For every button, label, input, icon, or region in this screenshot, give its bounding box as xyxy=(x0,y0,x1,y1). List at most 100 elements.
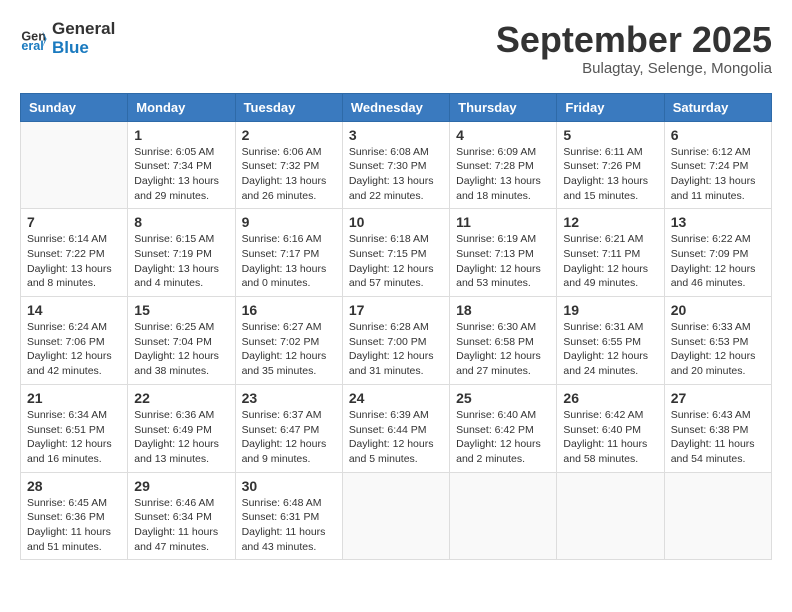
calendar-cell: 28Sunrise: 6:45 AM Sunset: 6:36 PM Dayli… xyxy=(21,472,128,560)
calendar-cell: 22 Sunrise: 6:36 AM Sunset: 6:49 PM Dayli… xyxy=(128,384,235,472)
calendar-cell xyxy=(21,121,128,209)
day-info: Sunrise: 6:22 AM Sunset: 7:09 PM Dayligh… xyxy=(671,232,765,291)
calendar-cell: 15 Sunrise: 6:25 AM Sunset: 7:04 PM Dayli… xyxy=(128,297,235,385)
day-info: Sunrise: 6:33 AM Sunset: 6:53 PM Dayligh… xyxy=(671,320,765,379)
calendar-cell: 21Sunrise: 6:34 AM Sunset: 6:51 PM Dayli… xyxy=(21,384,128,472)
day-info: Sunrise: 6:09 AM Sunset: 7:28 PM Dayligh… xyxy=(456,145,550,204)
calendar-week-5: 28Sunrise: 6:45 AM Sunset: 6:36 PM Dayli… xyxy=(21,472,772,560)
logo-line2: Blue xyxy=(52,39,115,58)
day-number: 22 xyxy=(134,390,228,406)
title-block: September 2025 Bulagtay, Selenge, Mongol… xyxy=(496,20,772,77)
calendar-cell: 24 Sunrise: 6:39 AM Sunset: 6:44 PM Dayli… xyxy=(342,384,449,472)
day-info: Sunrise: 6:15 AM Sunset: 7:19 PM Dayligh… xyxy=(134,232,228,291)
day-number: 23 xyxy=(242,390,336,406)
calendar-cell: 6Sunrise: 6:12 AM Sunset: 7:24 PM Daylig… xyxy=(664,121,771,209)
calendar-cell: 19Sunrise: 6:31 AM Sunset: 6:55 PM Dayli… xyxy=(557,297,664,385)
header-sunday: Sunday xyxy=(21,93,128,121)
calendar-cell: 11 Sunrise: 6:19 AM Sunset: 7:13 PM Dayli… xyxy=(450,209,557,297)
day-info: Sunrise: 6:08 AM Sunset: 7:30 PM Dayligh… xyxy=(349,145,443,204)
day-number: 17 xyxy=(349,302,443,318)
calendar-cell: 2 Sunrise: 6:06 AM Sunset: 7:32 PM Daylig… xyxy=(235,121,342,209)
header-tuesday: Tuesday xyxy=(235,93,342,121)
calendar-week-3: 14 Sunrise: 6:24 AM Sunset: 7:06 PM Dayli… xyxy=(21,297,772,385)
day-number: 16 xyxy=(242,302,336,318)
day-number: 11 xyxy=(456,214,550,230)
calendar-header-row: SundayMondayTuesdayWednesdayThursdayFrid… xyxy=(21,93,772,121)
calendar-cell: 3 Sunrise: 6:08 AM Sunset: 7:30 PM Daylig… xyxy=(342,121,449,209)
day-number: 20 xyxy=(671,302,765,318)
calendar-cell: 16 Sunrise: 6:27 AM Sunset: 7:02 PM Dayli… xyxy=(235,297,342,385)
day-info: Sunrise: 6:16 AM Sunset: 7:17 PM Dayligh… xyxy=(242,232,336,291)
day-info: Sunrise: 6:14 AM Sunset: 7:22 PM Dayligh… xyxy=(27,232,121,291)
logo-icon: Gen eral xyxy=(20,25,48,53)
day-number: 25 xyxy=(456,390,550,406)
day-info: Sunrise: 6:42 AM Sunset: 6:40 PM Dayligh… xyxy=(563,408,657,467)
calendar-week-1: 1 Sunrise: 6:05 AM Sunset: 7:34 PM Daylig… xyxy=(21,121,772,209)
calendar-cell: 25 Sunrise: 6:40 AM Sunset: 6:42 PM Dayli… xyxy=(450,384,557,472)
day-info: Sunrise: 6:27 AM Sunset: 7:02 PM Dayligh… xyxy=(242,320,336,379)
day-info: Sunrise: 6:21 AM Sunset: 7:11 PM Dayligh… xyxy=(563,232,657,291)
day-number: 1 xyxy=(134,127,228,143)
day-info: Sunrise: 6:18 AM Sunset: 7:15 PM Dayligh… xyxy=(349,232,443,291)
calendar-cell: 5Sunrise: 6:11 AM Sunset: 7:26 PM Daylig… xyxy=(557,121,664,209)
day-info: Sunrise: 6:30 AM Sunset: 6:58 PM Dayligh… xyxy=(456,320,550,379)
calendar-cell: 10 Sunrise: 6:18 AM Sunset: 7:15 PM Dayli… xyxy=(342,209,449,297)
day-number: 8 xyxy=(134,214,228,230)
calendar-cell xyxy=(450,472,557,560)
calendar-cell: 27 Sunrise: 6:43 AM Sunset: 6:38 PM Dayli… xyxy=(664,384,771,472)
calendar-cell: 26 Sunrise: 6:42 AM Sunset: 6:40 PM Dayli… xyxy=(557,384,664,472)
day-number: 26 xyxy=(563,390,657,406)
header-wednesday: Wednesday xyxy=(342,93,449,121)
calendar-cell: 30Sunrise: 6:48 AM Sunset: 6:31 PM Dayli… xyxy=(235,472,342,560)
calendar-cell: 13 Sunrise: 6:22 AM Sunset: 7:09 PM Dayli… xyxy=(664,209,771,297)
day-info: Sunrise: 6:11 AM Sunset: 7:26 PM Dayligh… xyxy=(563,145,657,204)
page-header: Gen eral General Blue September 2025 Bul… xyxy=(20,20,772,77)
day-number: 24 xyxy=(349,390,443,406)
day-info: Sunrise: 6:43 AM Sunset: 6:38 PM Dayligh… xyxy=(671,408,765,467)
day-number: 6 xyxy=(671,127,765,143)
day-number: 29 xyxy=(134,478,228,494)
day-number: 18 xyxy=(456,302,550,318)
day-number: 14 xyxy=(27,302,121,318)
day-number: 3 xyxy=(349,127,443,143)
day-number: 2 xyxy=(242,127,336,143)
day-number: 12 xyxy=(563,214,657,230)
day-number: 28 xyxy=(27,478,121,494)
day-number: 27 xyxy=(671,390,765,406)
calendar-cell: 18 Sunrise: 6:30 AM Sunset: 6:58 PM Dayli… xyxy=(450,297,557,385)
day-info: Sunrise: 6:28 AM Sunset: 7:00 PM Dayligh… xyxy=(349,320,443,379)
calendar-cell: 12 Sunrise: 6:21 AM Sunset: 7:11 PM Dayli… xyxy=(557,209,664,297)
calendar-table: SundayMondayTuesdayWednesdayThursdayFrid… xyxy=(20,93,772,561)
day-info: Sunrise: 6:36 AM Sunset: 6:49 PM Dayligh… xyxy=(134,408,228,467)
month-title: September 2025 xyxy=(496,20,772,60)
location-subtitle: Bulagtay, Selenge, Mongolia xyxy=(496,60,772,77)
header-saturday: Saturday xyxy=(664,93,771,121)
day-number: 13 xyxy=(671,214,765,230)
calendar-cell: 20 Sunrise: 6:33 AM Sunset: 6:53 PM Dayli… xyxy=(664,297,771,385)
day-info: Sunrise: 6:06 AM Sunset: 7:32 PM Dayligh… xyxy=(242,145,336,204)
calendar-cell: 23 Sunrise: 6:37 AM Sunset: 6:47 PM Dayli… xyxy=(235,384,342,472)
header-monday: Monday xyxy=(128,93,235,121)
day-info: Sunrise: 6:25 AM Sunset: 7:04 PM Dayligh… xyxy=(134,320,228,379)
calendar-week-2: 7 Sunrise: 6:14 AM Sunset: 7:22 PM Daylig… xyxy=(21,209,772,297)
day-number: 21 xyxy=(27,390,121,406)
logo-line1: General xyxy=(52,20,115,39)
day-info: Sunrise: 6:40 AM Sunset: 6:42 PM Dayligh… xyxy=(456,408,550,467)
calendar-cell: 9Sunrise: 6:16 AM Sunset: 7:17 PM Daylig… xyxy=(235,209,342,297)
day-info: Sunrise: 6:37 AM Sunset: 6:47 PM Dayligh… xyxy=(242,408,336,467)
day-number: 19 xyxy=(563,302,657,318)
calendar-cell xyxy=(557,472,664,560)
day-number: 15 xyxy=(134,302,228,318)
day-info: Sunrise: 6:24 AM Sunset: 7:06 PM Dayligh… xyxy=(27,320,121,379)
day-number: 7 xyxy=(27,214,121,230)
header-thursday: Thursday xyxy=(450,93,557,121)
calendar-cell: 1 Sunrise: 6:05 AM Sunset: 7:34 PM Daylig… xyxy=(128,121,235,209)
day-info: Sunrise: 6:39 AM Sunset: 6:44 PM Dayligh… xyxy=(349,408,443,467)
day-number: 4 xyxy=(456,127,550,143)
calendar-cell xyxy=(342,472,449,560)
calendar-cell: 14 Sunrise: 6:24 AM Sunset: 7:06 PM Dayli… xyxy=(21,297,128,385)
day-number: 10 xyxy=(349,214,443,230)
calendar-cell: 8 Sunrise: 6:15 AM Sunset: 7:19 PM Daylig… xyxy=(128,209,235,297)
day-info: Sunrise: 6:19 AM Sunset: 7:13 PM Dayligh… xyxy=(456,232,550,291)
day-info: Sunrise: 6:05 AM Sunset: 7:34 PM Dayligh… xyxy=(134,145,228,204)
